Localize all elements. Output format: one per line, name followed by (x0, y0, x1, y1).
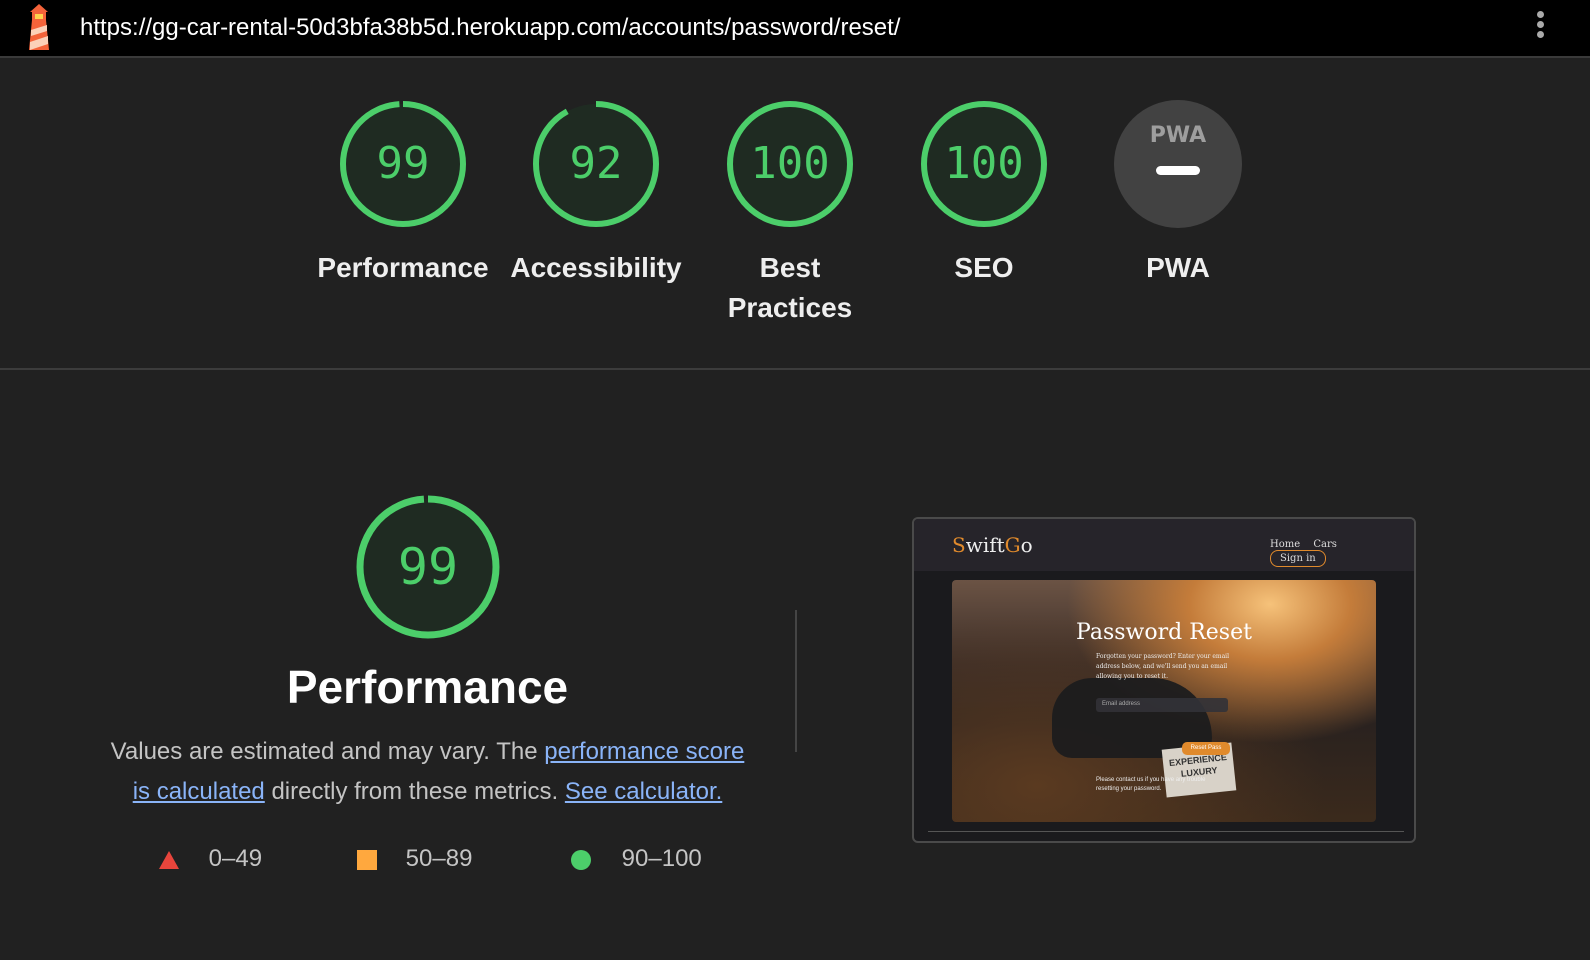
thumb-nav-signin: Sign in (1270, 550, 1326, 567)
thumb-email-field: Email address (1096, 698, 1228, 712)
lighthouse-icon (29, 4, 49, 50)
gauge-label: Performance (317, 252, 489, 283)
performance-section: 99 Performance Values are estimated and … (0, 370, 1590, 960)
performance-score: 99 (398, 538, 458, 596)
desc-text-1: Values are estimated and may vary. The (110, 738, 545, 765)
legend-range: 90–100 (621, 845, 702, 872)
more-options-icon[interactable] (1530, 8, 1550, 48)
legend-fail: 0–49 (158, 845, 262, 873)
thumb-bottom-line (928, 831, 1404, 832)
thumb-nav-home: Home (1270, 539, 1301, 550)
gauge-seo[interactable]: 100 SEO (894, 98, 1074, 288)
legend-average: 50–89 (357, 845, 472, 873)
gauge-label: Best Practices (727, 252, 853, 323)
pwa-gauge: PWA (1114, 100, 1242, 228)
category-gauges: 99 Performance 92 Accessibility 100 Best… (0, 58, 1590, 369)
thumb-hero-image: Password Reset Forgotten your password? … (952, 580, 1376, 822)
square-icon (357, 849, 377, 870)
triangle-icon (159, 850, 179, 869)
gauge-score: 92 (570, 138, 623, 189)
desc-text-2: directly from these metrics. (264, 778, 565, 805)
legend-range: 0–49 (208, 845, 263, 872)
gauge-accessibility[interactable]: 92 Accessibility (506, 98, 686, 288)
accessibility-gauge-ring: 92 (533, 101, 659, 227)
best-practices-gauge-ring: 100 (727, 101, 853, 227)
pwa-badge-icon: PWA (1150, 123, 1206, 148)
gauge-score: 99 (377, 138, 430, 189)
final-screenshot-thumbnail[interactable]: SwiftGo Home Cars Sign in Password Reset… (912, 517, 1416, 843)
thumb-navbar: SwiftGo Home Cars Sign in (914, 519, 1414, 571)
circle-icon (571, 849, 591, 870)
thumb-nav-cars: Cars (1313, 539, 1337, 550)
legend-pass: 90–100 (571, 845, 702, 873)
gauge-label: Accessibility (510, 252, 682, 283)
gauge-score: 100 (944, 138, 1023, 189)
seo-gauge-ring: 100 (921, 101, 1047, 227)
thumb-hero-text: Forgotten your password? Enter your emai… (1096, 653, 1229, 680)
legend-range: 50–89 (405, 845, 473, 872)
performance-big-gauge: 99 (356, 495, 500, 639)
thumb-nav-links: Home Cars Sign in (1270, 539, 1414, 567)
not-applicable-dash-icon (1156, 166, 1200, 175)
performance-description: Values are estimated and may vary. The p… (100, 732, 755, 812)
vertical-divider (795, 610, 797, 752)
thumb-hero-title: Password Reset (1076, 620, 1252, 645)
browser-top-bar: https://gg-car-rental-50d3bfa38b5d.herok… (0, 0, 1590, 58)
gauge-label: SEO (954, 252, 1014, 283)
gauge-best-practices[interactable]: 100 Best Practices (700, 98, 880, 328)
page-url: https://gg-car-rental-50d3bfa38b5d.herok… (80, 14, 901, 41)
gauge-label: PWA (1146, 252, 1210, 283)
thumb-footer-text: Please contact us if you have any troubl… (1096, 777, 1206, 792)
performance-title: Performance (286, 661, 569, 713)
thumb-brand: SwiftGo (952, 533, 1033, 557)
see-calculator-link[interactable]: See calculator. (565, 778, 722, 805)
gauge-pwa[interactable]: PWA PWA (1088, 98, 1268, 288)
performance-gauge-ring: 99 (340, 101, 466, 227)
thumb-reset-button: Reset Pass (1182, 742, 1230, 755)
gauge-performance[interactable]: 99 Performance (313, 98, 493, 288)
gauge-score: 100 (750, 138, 829, 189)
